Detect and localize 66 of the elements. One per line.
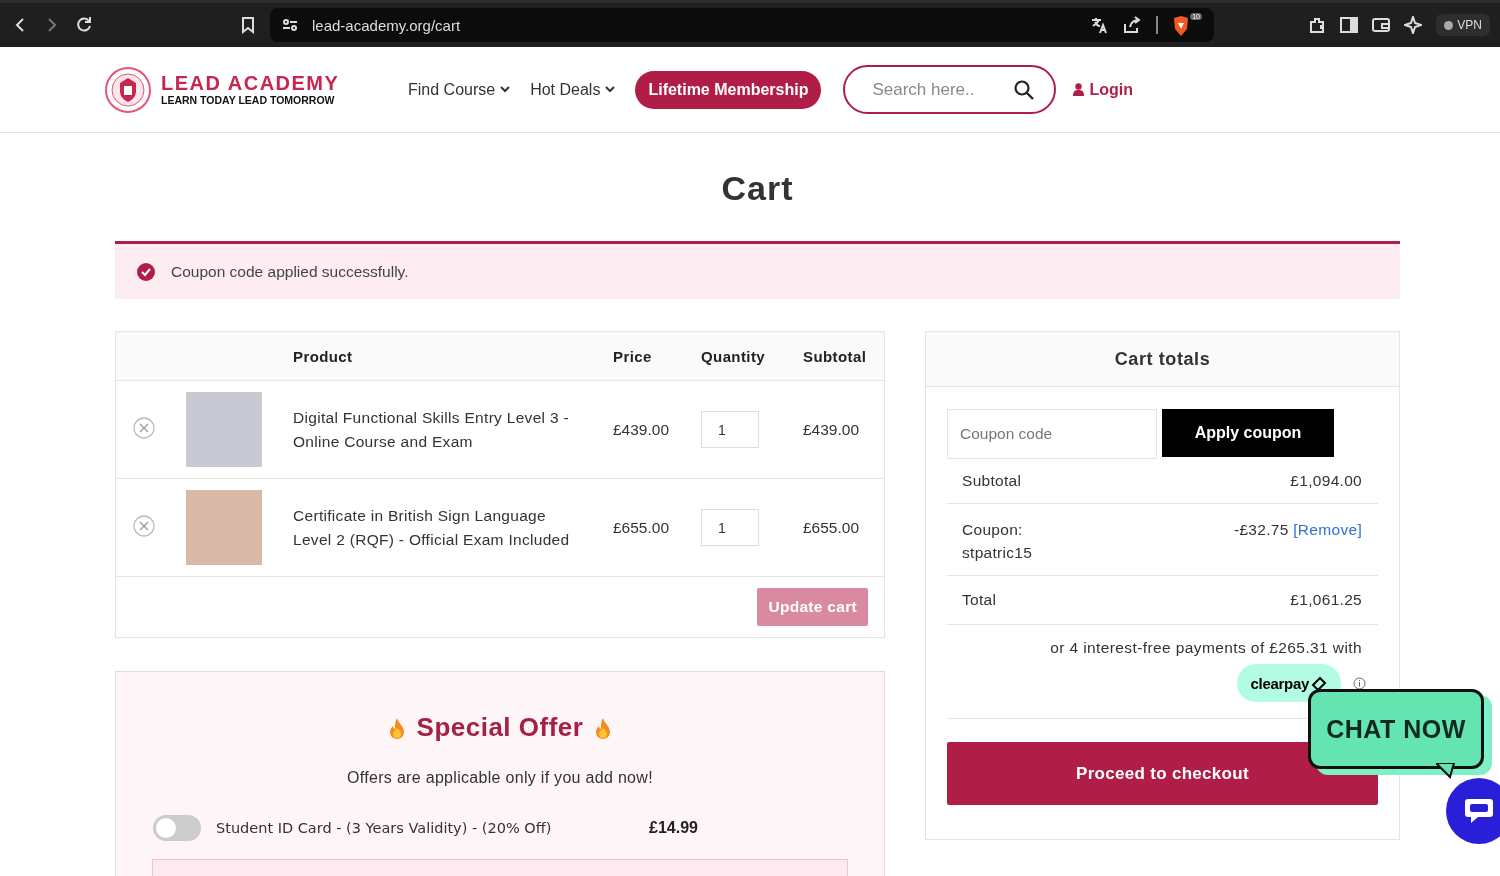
offer-title: Special Offer	[416, 712, 584, 743]
academy-logo-icon[interactable]	[104, 65, 152, 114]
column-header: Quantity	[701, 347, 767, 365]
toggle-switch[interactable]	[153, 815, 201, 841]
search-icon[interactable]	[1014, 79, 1035, 100]
membership-button[interactable]: Lifetime Membership	[635, 70, 822, 109]
bubble-tail-icon	[1436, 763, 1456, 779]
total-value: £1,061.25	[1290, 591, 1362, 609]
url-text[interactable]: lead-academy.org/cart	[312, 16, 1076, 34]
coupon-code: stpatric15	[962, 543, 1033, 563]
logo-title: LEAD ACADEMY	[161, 72, 340, 94]
offer-item-label: Student ID Card - (3 Years Validity) - (20% Off)	[216, 820, 553, 836]
info-icon[interactable]	[1353, 676, 1366, 690]
login-link[interactable]: Login	[1073, 80, 1133, 99]
product-name-link[interactable]: Digital Functional Skills Entry Level 3 - Online Course and Exam	[293, 405, 613, 454]
quantity-field[interactable]: 1	[701, 509, 759, 546]
proceed-to-checkout-button[interactable]: Proceed to checkout	[947, 742, 1378, 805]
column-header: Subtotal	[803, 347, 868, 365]
search-field[interactable]: Search here..	[870, 78, 1015, 101]
remove-icon[interactable]	[133, 514, 155, 537]
total-label: Total	[962, 591, 997, 609]
chevron-down-icon	[500, 86, 511, 93]
subtotal-value: £1,094.00	[1290, 472, 1362, 490]
search-bar[interactable]: Search here..	[843, 65, 1057, 114]
extensions-icon[interactable]	[1308, 16, 1327, 34]
subtotal-cell-text: £655.00	[803, 518, 861, 537]
column-header: Product	[293, 347, 354, 365]
logo-tagline: LEARN TODAY LEAD TOMORROW	[161, 94, 336, 107]
installments-text: or 4 interest-free payments of £265.31 with	[1050, 639, 1362, 657]
price-cell-text: £439.00	[613, 420, 671, 439]
apply-coupon-button[interactable]: Apply coupon	[1162, 409, 1334, 457]
sparkle-icon[interactable]	[1404, 16, 1423, 34]
wallet-icon[interactable]	[1372, 17, 1391, 33]
lion-shield-icon	[1172, 15, 1190, 37]
page-title: Cart	[720, 168, 795, 209]
subtotal-cell-text: £439.00	[803, 420, 861, 439]
remove-icon[interactable]	[133, 416, 155, 439]
coupon-code-field[interactable]: Coupon code	[947, 409, 1157, 459]
share-icon[interactable]	[1122, 16, 1142, 34]
user-icon	[1073, 83, 1085, 96]
notice-text: Coupon code applied successfully.	[171, 262, 409, 281]
quantity-field[interactable]: 1	[701, 411, 759, 448]
cart-totals-title: Cart totals	[926, 332, 1399, 387]
chevron-down-icon	[605, 86, 616, 93]
translate-icon[interactable]	[1090, 16, 1108, 34]
chat-button[interactable]	[1446, 778, 1500, 844]
subtotal-label: Subtotal	[962, 472, 1022, 490]
nav-menu[interactable]: Find Course	[408, 80, 511, 99]
vpn-button[interactable]: VPN	[1436, 14, 1490, 36]
chat-icon	[1464, 797, 1494, 825]
sidebar-icon[interactable]	[1340, 17, 1359, 33]
coupon-label: Coupon:	[962, 520, 1024, 540]
column-header: Price	[613, 347, 653, 365]
site-settings-icon[interactable]	[282, 17, 298, 33]
price-cell-text: £655.00	[613, 518, 671, 537]
divider-line-icon	[1156, 16, 1158, 34]
product-name-link[interactable]: Certificate in British Sign Language Level 2 (RQF) - Official Exam Included	[293, 503, 613, 552]
clearpay-badge[interactable]: clearpay	[1236, 664, 1341, 702]
nav-menu[interactable]: Hot Deals	[530, 80, 616, 99]
remove-coupon-link[interactable]: [Remove]	[1293, 521, 1362, 538]
check-circle-icon	[137, 262, 155, 281]
bookmark-icon[interactable]	[240, 16, 256, 34]
discount-value: -£32.75	[1234, 521, 1289, 538]
offer-item-price: £14.99	[649, 819, 698, 837]
offer-subtitle: Offers are applicable only if you add now!	[347, 769, 653, 787]
reload-icon[interactable]	[74, 15, 94, 35]
